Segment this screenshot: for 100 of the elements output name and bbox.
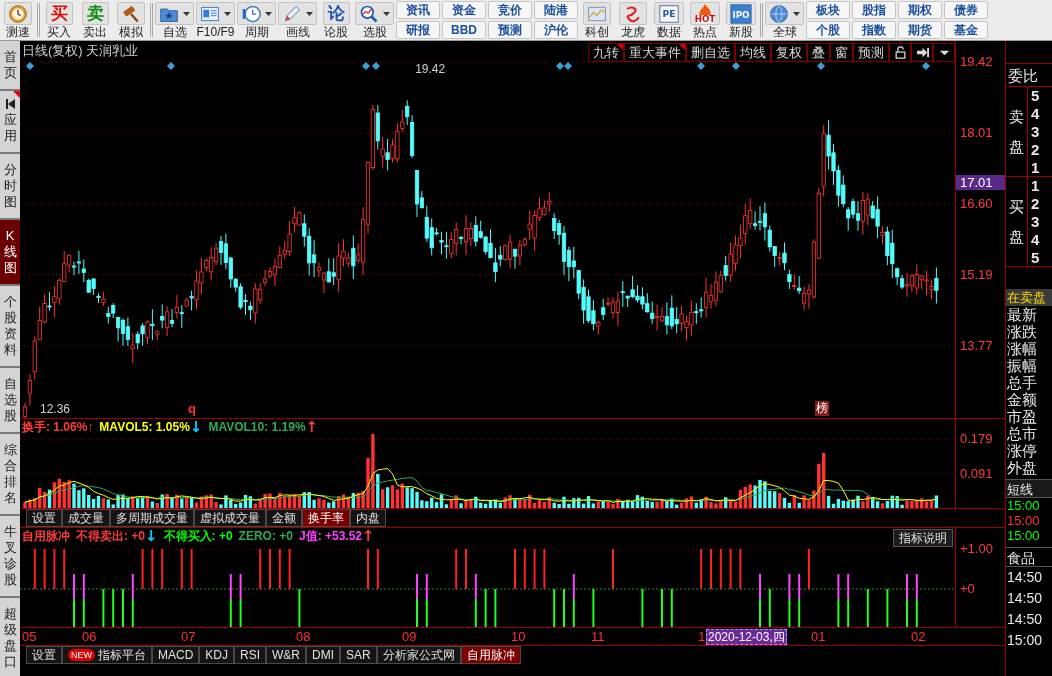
sidebar-tab[interactable]: 综合排名	[0, 434, 20, 516]
chart-tab[interactable]: 多周期成交量	[110, 509, 194, 527]
event-marker-icon[interactable]	[556, 62, 564, 70]
sidebar-tab[interactable]: 牛叉诊股	[0, 516, 20, 598]
chart-tab[interactable]: 设置	[26, 646, 62, 664]
order-level: 1	[1031, 159, 1040, 177]
legend-text: 不得卖出: +0	[76, 529, 145, 544]
toolbar-button[interactable]: 个股	[806, 21, 850, 39]
toolbar-button[interactable]: 资金	[442, 1, 486, 19]
toolbar-button[interactable]: 沪伦	[534, 21, 578, 39]
time-label: 14:50	[1006, 568, 1044, 587]
event-marker-icon[interactable]	[564, 62, 572, 70]
legend-text: ZERO: +0	[238, 529, 293, 544]
chart-tab[interactable]: 成交量	[62, 509, 110, 527]
legend-text: ↓	[189, 420, 203, 435]
toolbar-button[interactable]: 债券	[944, 1, 988, 19]
axis-label: 13.77	[960, 338, 993, 354]
event-marker-icon[interactable]	[167, 62, 175, 70]
high-price-label: 19.42	[415, 62, 446, 76]
toolbar-button[interactable]: 期货	[898, 21, 942, 39]
month-label: 07	[181, 629, 196, 644]
toolbar-button[interactable]: 资讯	[396, 1, 440, 19]
event-marker-icon[interactable]	[732, 62, 740, 70]
character-icon: 论	[325, 3, 347, 24]
toolbar-button[interactable]: 竞价	[488, 1, 532, 19]
chart-tab[interactable]: 内盘	[350, 509, 386, 527]
chart-tool-button[interactable]: 预测	[853, 43, 889, 62]
document-icon: PE	[657, 2, 681, 25]
quote-field-label: 外盘	[1006, 459, 1038, 476]
indicator-help-button[interactable]: 指标说明	[893, 529, 953, 547]
toolbar-button[interactable]: 买 买入	[42, 0, 76, 40]
toolbar-button[interactable]: 研报	[396, 21, 440, 39]
chart-tool-button[interactable]	[889, 43, 911, 62]
chart-tab[interactable]: 自用脉冲	[460, 646, 521, 664]
chart-tab[interactable]: 换手率	[302, 509, 350, 527]
legend-text: ↓	[145, 529, 158, 544]
quote-field-label: 最新	[1006, 306, 1038, 323]
toolbar-button[interactable]: 陆港	[534, 1, 578, 19]
chart-tool-button[interactable]: 叠	[807, 43, 830, 62]
sidebar-tab[interactable]: 自选股	[0, 368, 20, 434]
chart-tab[interactable]: SAR	[340, 646, 377, 664]
chart-tab[interactable]: 设置	[26, 509, 62, 527]
signal-mark: q	[188, 401, 196, 416]
chart-tool-button[interactable]: 删自选	[686, 43, 735, 62]
event-marker-icon[interactable]	[362, 62, 370, 70]
chart-tab[interactable]: 分析家公式网	[376, 646, 461, 664]
toolbar-button[interactable]: 预测	[488, 21, 532, 39]
chart-tab[interactable]: W&R	[266, 646, 307, 664]
chart-tab[interactable]: DMI	[306, 646, 341, 664]
chart-tool-button[interactable]: 窗	[830, 43, 853, 62]
chart-tab[interactable]: 虚拟成交量	[194, 509, 266, 527]
quote-field-label: 总手	[1006, 374, 1038, 391]
axis-label: +0	[960, 581, 975, 596]
chart-tool-button[interactable]: 九转	[588, 43, 624, 62]
toolbar-button[interactable]: 测速	[1, 0, 35, 40]
axis-label: +1.00	[960, 541, 993, 556]
sidebar-tab[interactable]: 分时图	[0, 154, 20, 220]
axis-label: 0.179	[960, 431, 993, 446]
chart-tab[interactable]: MACD	[152, 646, 200, 664]
toolbar-button[interactable]: 科创	[580, 0, 614, 40]
month-label: 11	[591, 629, 605, 644]
toolbar-button[interactable]: 板块	[806, 1, 850, 19]
sidebar-tab[interactable]: 个股资料	[0, 286, 20, 368]
toolbar-button[interactable]: 卖 卖出	[78, 0, 112, 40]
chart-tab[interactable]: NEW 指标平台	[62, 646, 152, 664]
sidebar-tab[interactable]: 首页	[0, 41, 20, 91]
chart-tool-button[interactable]: 均线	[735, 43, 771, 62]
chart-tab[interactable]: RSI	[234, 646, 267, 664]
sidebar-tab[interactable]: 超级盘口	[0, 598, 20, 676]
event-marker-icon[interactable]	[26, 62, 34, 70]
order-level: 4	[1031, 105, 1040, 123]
chart-tool-button[interactable]	[911, 43, 933, 62]
new-badge: NEW	[68, 649, 95, 661]
axis-label: 17.01	[956, 175, 1005, 191]
chart-tool-button[interactable]: 重大事件	[624, 43, 686, 62]
chart-tool-button[interactable]	[933, 43, 955, 62]
sidebar-tab[interactable]: K线图	[0, 220, 20, 286]
sidebar-tab[interactable]: 应用	[0, 91, 20, 154]
toolbar-button[interactable]: 论 论股	[319, 0, 353, 40]
low-price-label: 12.36	[40, 402, 71, 416]
chart-tab[interactable]: 金额	[266, 509, 302, 527]
legend-text: ↑	[362, 529, 375, 544]
quote-field-label: 金额	[1006, 391, 1038, 408]
toolbar-button[interactable]: BBD	[442, 21, 486, 39]
axis-label: 18.01	[960, 124, 993, 140]
toolbar-button[interactable]: 龙虎	[616, 0, 650, 40]
legend-text: ↑	[305, 420, 319, 435]
chart-tab[interactable]: KDJ	[199, 646, 234, 664]
cursor-date-label: 2020-12-03,四	[706, 629, 787, 645]
sector-label: 食品	[1006, 547, 1052, 567]
toolbar-button[interactable]: 基金	[944, 21, 988, 39]
toolbar-button[interactable]: 指数	[852, 21, 896, 39]
event-marker-icon[interactable]	[372, 62, 380, 70]
toolbar-button[interactable]: 模拟	[114, 0, 148, 40]
toolbar-button[interactable]: 股指	[852, 1, 896, 19]
notice-label: 在卖盘	[1006, 289, 1052, 306]
toolbar-button[interactable]: 期权	[898, 1, 942, 19]
month-label: 09	[402, 629, 417, 644]
chart-tool-button[interactable]: 复权	[771, 43, 807, 62]
quote-field-label: 涨跌	[1006, 323, 1038, 340]
